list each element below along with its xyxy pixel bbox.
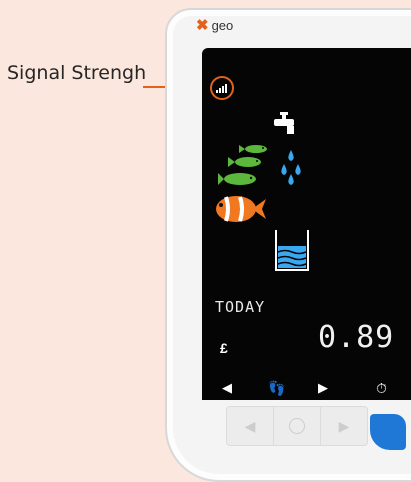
right-arrow-icon[interactable]: ▶	[318, 381, 328, 394]
left-arrow-icon[interactable]: ◀	[222, 381, 232, 394]
currency-symbol: £	[220, 340, 228, 356]
blue-action-button[interactable]	[370, 414, 406, 450]
brand-name: geo	[211, 18, 234, 33]
water-glass-icon	[275, 230, 309, 271]
bottom-button-bar: ◀ ▶	[226, 406, 368, 446]
clownfish-icon	[216, 196, 266, 222]
water-drops-icon	[281, 150, 301, 185]
cost-readout: 0.89	[318, 320, 395, 355]
timer-icon[interactable]: ⏱	[376, 381, 387, 395]
brand-logo: ✖ geo	[196, 18, 233, 33]
circle-icon	[289, 418, 305, 434]
signal-icon	[210, 76, 234, 100]
signal-strength-label: Signal Strengh	[7, 62, 147, 84]
x-logo-icon: ✖	[196, 17, 209, 34]
left-button[interactable]: ◀	[227, 407, 274, 445]
footprint-icon[interactable]: 👣	[268, 381, 285, 395]
right-button[interactable]: ▶	[321, 407, 367, 445]
fish-icon	[218, 145, 267, 185]
today-label: TODAY	[215, 298, 266, 316]
tap-icon	[274, 112, 294, 134]
center-button[interactable]	[274, 407, 321, 445]
